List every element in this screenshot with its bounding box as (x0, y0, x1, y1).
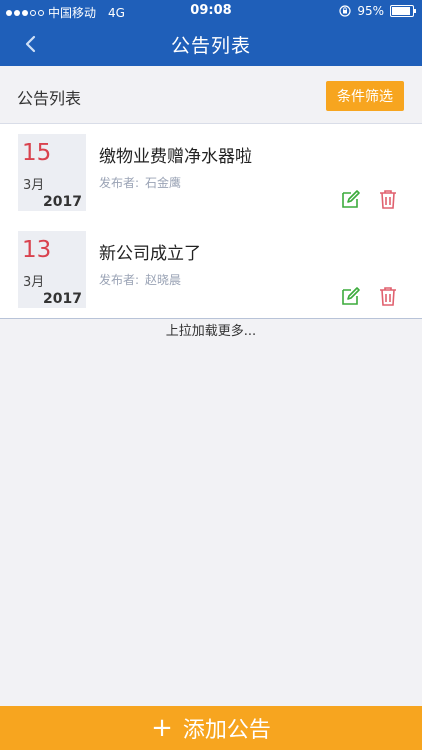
orientation-lock-icon (339, 5, 351, 17)
date-box: 13 3月 2017 (18, 231, 86, 308)
nav-bar: 公告列表 (0, 22, 422, 66)
publisher-label: 发布者: (99, 273, 140, 287)
delete-button[interactable] (377, 188, 399, 210)
publisher: 发布者: 赵晓晨 (99, 271, 181, 288)
page-title: 公告列表 (170, 35, 251, 57)
publisher-label: 发布者: (99, 176, 140, 190)
battery-percent: 95% (357, 4, 384, 18)
section-header: 公告列表 条件筛选 (0, 66, 422, 123)
status-right: 95% (339, 4, 416, 18)
trash-icon (380, 287, 396, 306)
add-announcement-label: 添加公告 (182, 718, 271, 743)
add-announcement-button[interactable]: + 添加公告 (0, 706, 422, 750)
date-day: 15 (22, 140, 52, 166)
list-item[interactable]: 15 3月 2017 缴物业费赠净水器啦 发布者: 石金鹰 (0, 124, 422, 221)
date-year: 2017 (43, 194, 82, 210)
status-bar: 中国移动 4G 09:08 95% (0, 0, 422, 22)
date-year: 2017 (43, 291, 82, 307)
edit-icon (342, 190, 360, 208)
date-day: 13 (22, 237, 52, 263)
edit-icon (342, 287, 360, 305)
publisher-name: 赵晓晨 (145, 273, 182, 287)
date-box: 15 3月 2017 (18, 134, 86, 211)
filter-button[interactable]: 条件筛选 (326, 81, 404, 111)
battery-icon (390, 5, 416, 17)
trash-icon (380, 190, 396, 209)
publisher: 发布者: 石金鹰 (99, 174, 181, 191)
announcement-title: 缴物业费赠净水器啦 (99, 147, 252, 167)
plus-icon: + (151, 713, 173, 743)
list-item[interactable]: 13 3月 2017 新公司成立了 发布者: 赵晓晨 (0, 221, 422, 318)
delete-button[interactable] (377, 285, 399, 307)
load-more-hint: 上拉加载更多... (165, 324, 257, 339)
date-month: 3月 (23, 178, 45, 193)
publisher-name: 石金鹰 (145, 176, 182, 190)
edit-button[interactable] (340, 285, 362, 307)
date-month: 3月 (23, 275, 45, 290)
section-title: 公告列表 (17, 89, 82, 108)
announcement-list: 15 3月 2017 缴物业费赠净水器啦 发布者: 石金鹰 13 3月 2017 (0, 123, 422, 319)
announcement-title: 新公司成立了 (99, 244, 201, 264)
edit-button[interactable] (340, 188, 362, 210)
